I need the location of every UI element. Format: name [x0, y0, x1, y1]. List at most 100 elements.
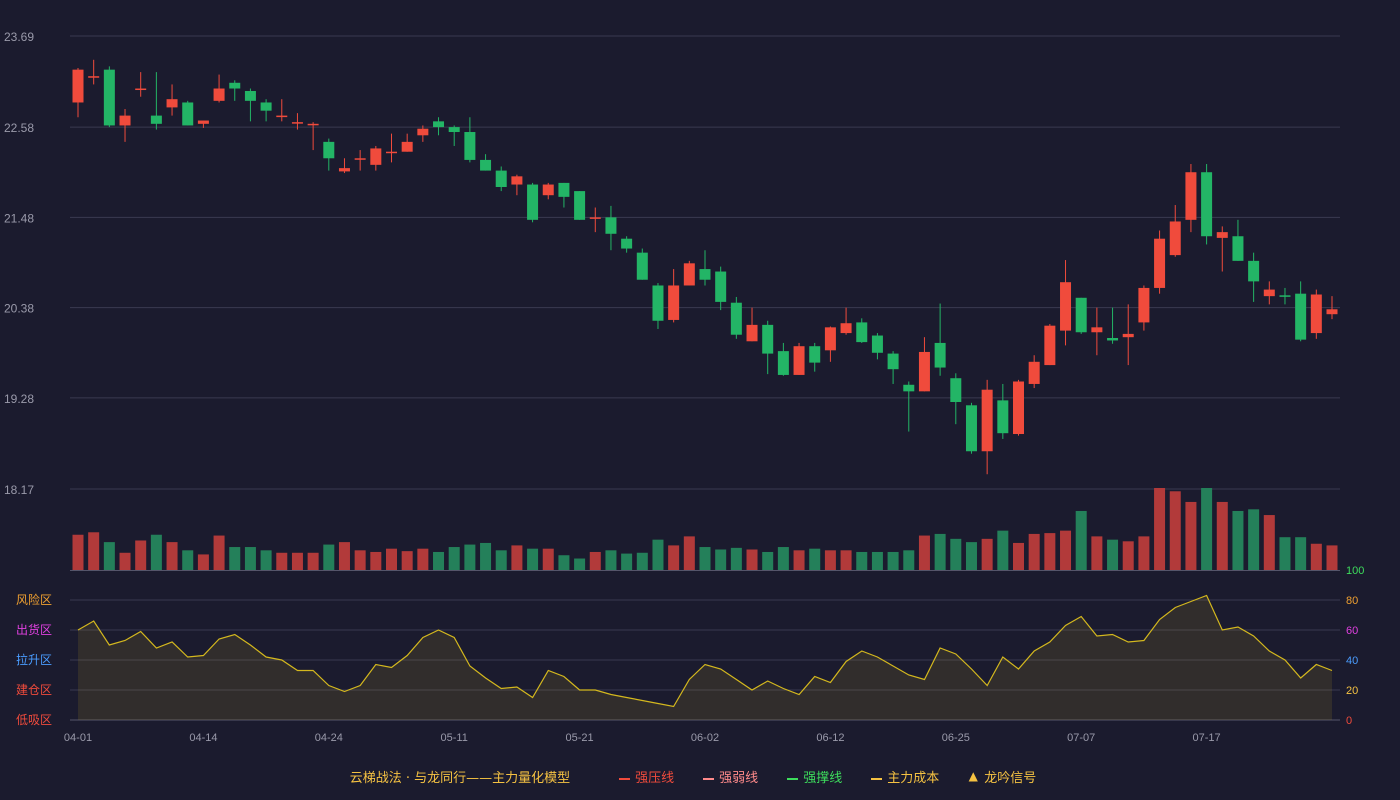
candle-body	[730, 302, 742, 335]
volume-bar	[1107, 539, 1119, 570]
candle-body	[1091, 327, 1103, 333]
volume-bar	[103, 542, 115, 570]
legend-item[interactable]: 强压线	[618, 767, 674, 786]
date-tick-label: 06-02	[691, 732, 719, 744]
volume-bar	[166, 542, 178, 570]
volume-bar	[323, 544, 335, 570]
volume-bar	[668, 545, 680, 570]
volume-bar	[887, 551, 899, 570]
candle-body	[621, 238, 633, 249]
volume-bar	[135, 540, 147, 570]
volume-bar	[182, 550, 194, 570]
date-tick-label: 04-01	[64, 732, 92, 744]
line-icon	[786, 769, 798, 783]
volume-bar	[871, 551, 883, 570]
volume-bar	[1232, 510, 1244, 570]
volume-bar	[981, 538, 993, 570]
volume-bar	[1310, 543, 1322, 570]
volume-bar	[574, 558, 586, 570]
volume-bar	[1279, 537, 1291, 570]
candle-body	[777, 351, 789, 375]
candle-body	[401, 141, 413, 152]
candle-body	[182, 102, 194, 126]
legend-label: 强压线	[635, 770, 675, 786]
candle-body	[965, 405, 977, 452]
candle-body	[260, 102, 272, 111]
volume-bar	[840, 550, 852, 570]
volume-bar	[213, 535, 225, 570]
candle-body	[574, 191, 586, 220]
candle-body	[605, 217, 617, 234]
candle-body	[88, 76, 100, 78]
volume-bar	[1028, 533, 1040, 570]
candle-body	[1107, 338, 1119, 341]
candle-body	[1295, 293, 1307, 340]
candle-body	[824, 327, 836, 351]
candle-body	[307, 123, 319, 126]
candle-body	[386, 151, 397, 154]
candle-body	[934, 342, 946, 368]
candle-body	[213, 88, 225, 101]
candle-body	[166, 99, 178, 108]
candle-body	[197, 120, 209, 124]
legend-item[interactable]: ▲ 龙吟信号	[967, 767, 1037, 786]
candles	[72, 59, 1338, 475]
volume-bar	[1075, 510, 1087, 570]
volume-bar	[746, 549, 758, 570]
candle-body	[558, 182, 570, 197]
candle-body	[950, 378, 962, 403]
candle-body	[1044, 325, 1056, 366]
volume-bar	[307, 552, 319, 570]
candle-body	[1013, 381, 1024, 435]
legend-item[interactable]: 主力成本	[870, 767, 939, 786]
indicator-tick-label: 20	[1346, 685, 1358, 697]
price-tick-label: 21.48	[4, 211, 34, 225]
line-icon	[618, 769, 630, 783]
candle-body	[981, 389, 993, 452]
volume-bar	[1044, 533, 1056, 570]
indicator-area	[78, 595, 1332, 720]
candle-body	[527, 184, 539, 220]
volume-bar	[918, 535, 930, 570]
legend-label: 强撑线	[803, 770, 843, 786]
volume-bar	[354, 550, 366, 570]
volume-bar	[903, 550, 915, 570]
candle-body	[1060, 282, 1072, 331]
volume-bar	[793, 550, 805, 570]
date-tick-label: 07-07	[1067, 732, 1095, 744]
candle-body	[119, 115, 131, 126]
candle-body	[291, 122, 303, 124]
candle-body	[903, 384, 915, 392]
indicator-panel: 0 20 40 60 80 100 风险区出货区拉升区建仓区低吸区	[16, 565, 1364, 727]
volume-bar	[480, 542, 492, 570]
volume-bar	[1169, 491, 1181, 570]
candle-body	[636, 252, 648, 280]
volume-bar	[370, 551, 382, 570]
candle-body	[1310, 294, 1322, 334]
legend-item[interactable]: 强弱线	[702, 767, 758, 786]
volume-bar	[1216, 501, 1228, 570]
candle-body	[1326, 309, 1338, 315]
price-tick-label: 19.28	[4, 392, 34, 406]
price-tick-label: 20.38	[4, 302, 34, 316]
volume-bar	[1201, 488, 1213, 570]
candle-body	[338, 168, 350, 172]
volume-bar	[401, 551, 413, 570]
volume-bar	[119, 552, 131, 570]
candle-body	[762, 324, 774, 354]
candle-body	[1232, 236, 1244, 261]
candle-body	[1263, 289, 1275, 297]
volume-bar	[542, 548, 554, 570]
candle-body	[370, 148, 382, 165]
volume-bar	[621, 553, 633, 570]
legend-item[interactable]: 强撑线	[786, 767, 842, 786]
candle-body	[511, 176, 523, 185]
volume-bar	[762, 551, 774, 570]
volume-bar	[1248, 509, 1260, 570]
candlestick-chart: 23.69 22.58 21.48 20.38 19.28 18.17 0 20 40 60 80…	[4, 30, 1364, 744]
volume-bar	[417, 548, 429, 570]
candle-body	[354, 158, 366, 160]
candle-body	[1201, 172, 1213, 237]
date-tick-label: 04-14	[189, 732, 217, 744]
candle-body	[746, 324, 758, 342]
